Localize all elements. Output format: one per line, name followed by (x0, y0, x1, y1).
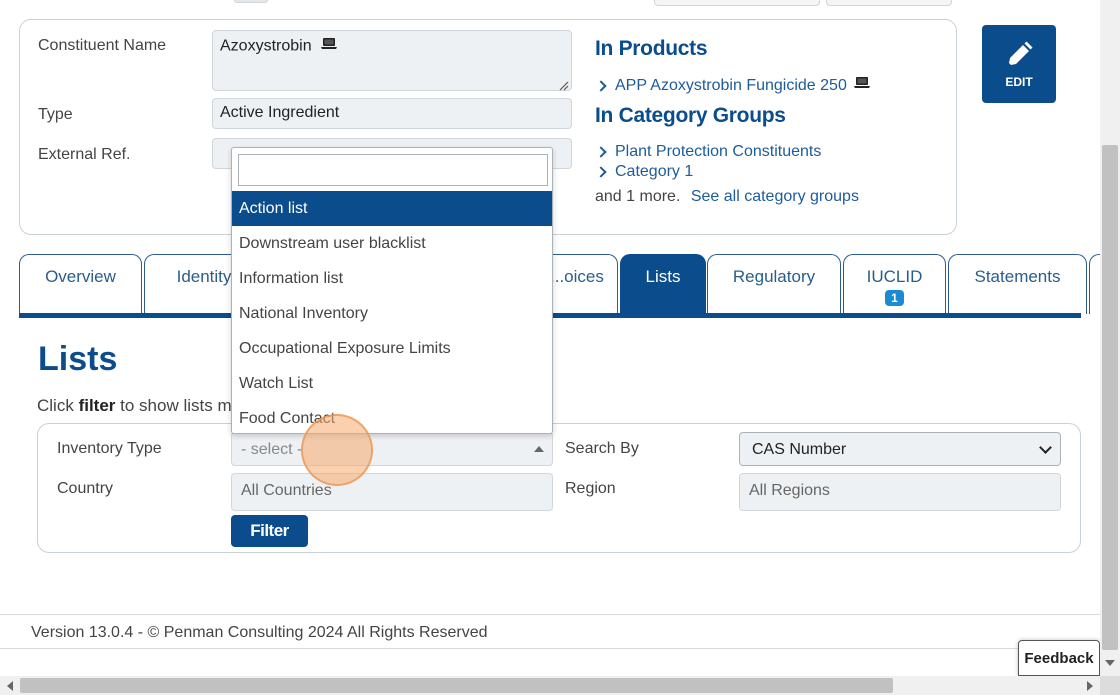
tab-label: IUCLID (866, 267, 923, 286)
type-field[interactable]: Active Ingredient (212, 98, 572, 129)
dropdown-option[interactable]: Watch List (232, 366, 552, 401)
country-placeholder: All Countries (241, 482, 332, 499)
search-by-label: Search By (565, 440, 639, 457)
resize-grip-icon[interactable] (559, 78, 569, 91)
search-by-value: CAS Number (752, 441, 847, 458)
laptop-icon (320, 37, 338, 56)
dropdown-option[interactable]: Action list (232, 191, 552, 226)
chevron-right-icon (595, 166, 607, 178)
laptop-icon (853, 76, 871, 95)
tab-overview[interactable]: Overview (19, 254, 142, 314)
tab-lists[interactable]: Lists (620, 254, 706, 314)
constituent-name-field[interactable]: Azoxystrobin (212, 30, 572, 91)
product-link[interactable]: APP Azoxystrobin Fungicide 250 (595, 76, 871, 95)
product-link-label: APP Azoxystrobin Fungicide 250 (615, 76, 847, 94)
more-count-text: and 1 more. (595, 188, 681, 205)
footer-divider (0, 614, 1100, 615)
inventory-type-dropdown: Action list Downstream user blacklist In… (231, 147, 553, 434)
region-label: Region (565, 480, 616, 497)
dropdown-option[interactable]: Downstream user blacklist (232, 226, 552, 261)
header-remnant-button[interactable] (826, 0, 952, 6)
caret-up-icon (534, 446, 544, 452)
tab-label: Regulatory (732, 267, 816, 286)
header-remnant-button[interactable] (654, 0, 820, 6)
see-all-category-groups-link[interactable]: See all category groups (691, 188, 859, 205)
footer-divider (0, 648, 1100, 649)
scrollbar-corner (1100, 676, 1120, 695)
tab-label: Identity (176, 267, 232, 286)
inventory-type-value: - select - (241, 441, 303, 458)
vertical-scrollbar-thumb[interactable] (1102, 145, 1118, 650)
category-groups-more: and 1 more. See all category groups (595, 188, 859, 206)
header-remnant-toggle (234, 0, 268, 3)
tab-label: Statements (974, 267, 1061, 286)
scroll-left-arrow-icon[interactable] (7, 681, 13, 691)
dropdown-option[interactable]: Food Contact (232, 401, 552, 436)
search-by-select[interactable]: CAS Number (739, 432, 1061, 466)
tab-regulatory[interactable]: Regulatory (707, 254, 841, 314)
type-label: Type (38, 106, 73, 123)
in-category-groups-heading: In Category Groups (595, 104, 786, 127)
in-products-heading: In Products (595, 37, 708, 60)
category-group-link-label: Plant Protection Constituents (615, 143, 822, 160)
category-group-link[interactable]: Category 1 (595, 163, 693, 181)
pencil-icon (1009, 41, 1033, 65)
scroll-down-arrow-icon[interactable] (1105, 660, 1115, 666)
scroll-right-arrow-icon[interactable] (1087, 681, 1093, 691)
tab-label: Overview (45, 267, 116, 286)
click-indicator (301, 414, 373, 486)
edit-button-label: EDIT (1005, 75, 1033, 89)
feedback-button[interactable]: Feedback (1018, 640, 1100, 676)
country-input[interactable]: All Countries (231, 473, 553, 511)
chevron-right-icon (595, 146, 607, 158)
filter-button[interactable]: Filter (231, 515, 308, 547)
hint-bold: filter (78, 396, 116, 415)
dropdown-search-input[interactable] (238, 154, 548, 186)
footer-version-text: Version 13.0.4 - © Penman Consulting 202… (31, 624, 488, 641)
page-title: Lists (38, 340, 118, 378)
iuclid-count-badge: 1 (885, 290, 904, 306)
chevron-down-icon (1039, 441, 1052, 454)
constituent-name-value: Azoxystrobin (220, 37, 312, 55)
edit-button[interactable]: EDIT (982, 25, 1056, 103)
inventory-type-label: Inventory Type (57, 440, 162, 457)
tab-statements[interactable]: Statements (948, 254, 1087, 314)
country-label: Country (57, 480, 114, 497)
dropdown-option[interactable]: Occupational Exposure Limits (232, 331, 552, 366)
tab-iuclid[interactable]: IUCLID 1 (843, 254, 946, 314)
tab-label: Lists (645, 267, 681, 286)
category-group-link[interactable]: Plant Protection Constituents (595, 143, 821, 161)
chevron-right-icon (595, 79, 607, 92)
dropdown-option[interactable]: Information list (232, 261, 552, 296)
inventory-type-select[interactable]: - select - (231, 432, 553, 466)
region-input[interactable]: All Regions (739, 473, 1061, 511)
category-group-link-label: Category 1 (615, 163, 694, 180)
region-placeholder: All Regions (749, 482, 830, 499)
external-ref-label: External Ref. (38, 146, 131, 163)
hint-rest: to show lists m (120, 396, 232, 415)
filter-hint: Click filter to show lists m (37, 396, 232, 416)
hint-prefix: Click (37, 396, 74, 415)
constituent-name-label: Constituent Name (38, 37, 167, 54)
dropdown-option[interactable]: National Inventory (232, 296, 552, 331)
tab-label: ...oices (550, 267, 604, 286)
horizontal-scrollbar-thumb[interactable] (20, 678, 893, 693)
